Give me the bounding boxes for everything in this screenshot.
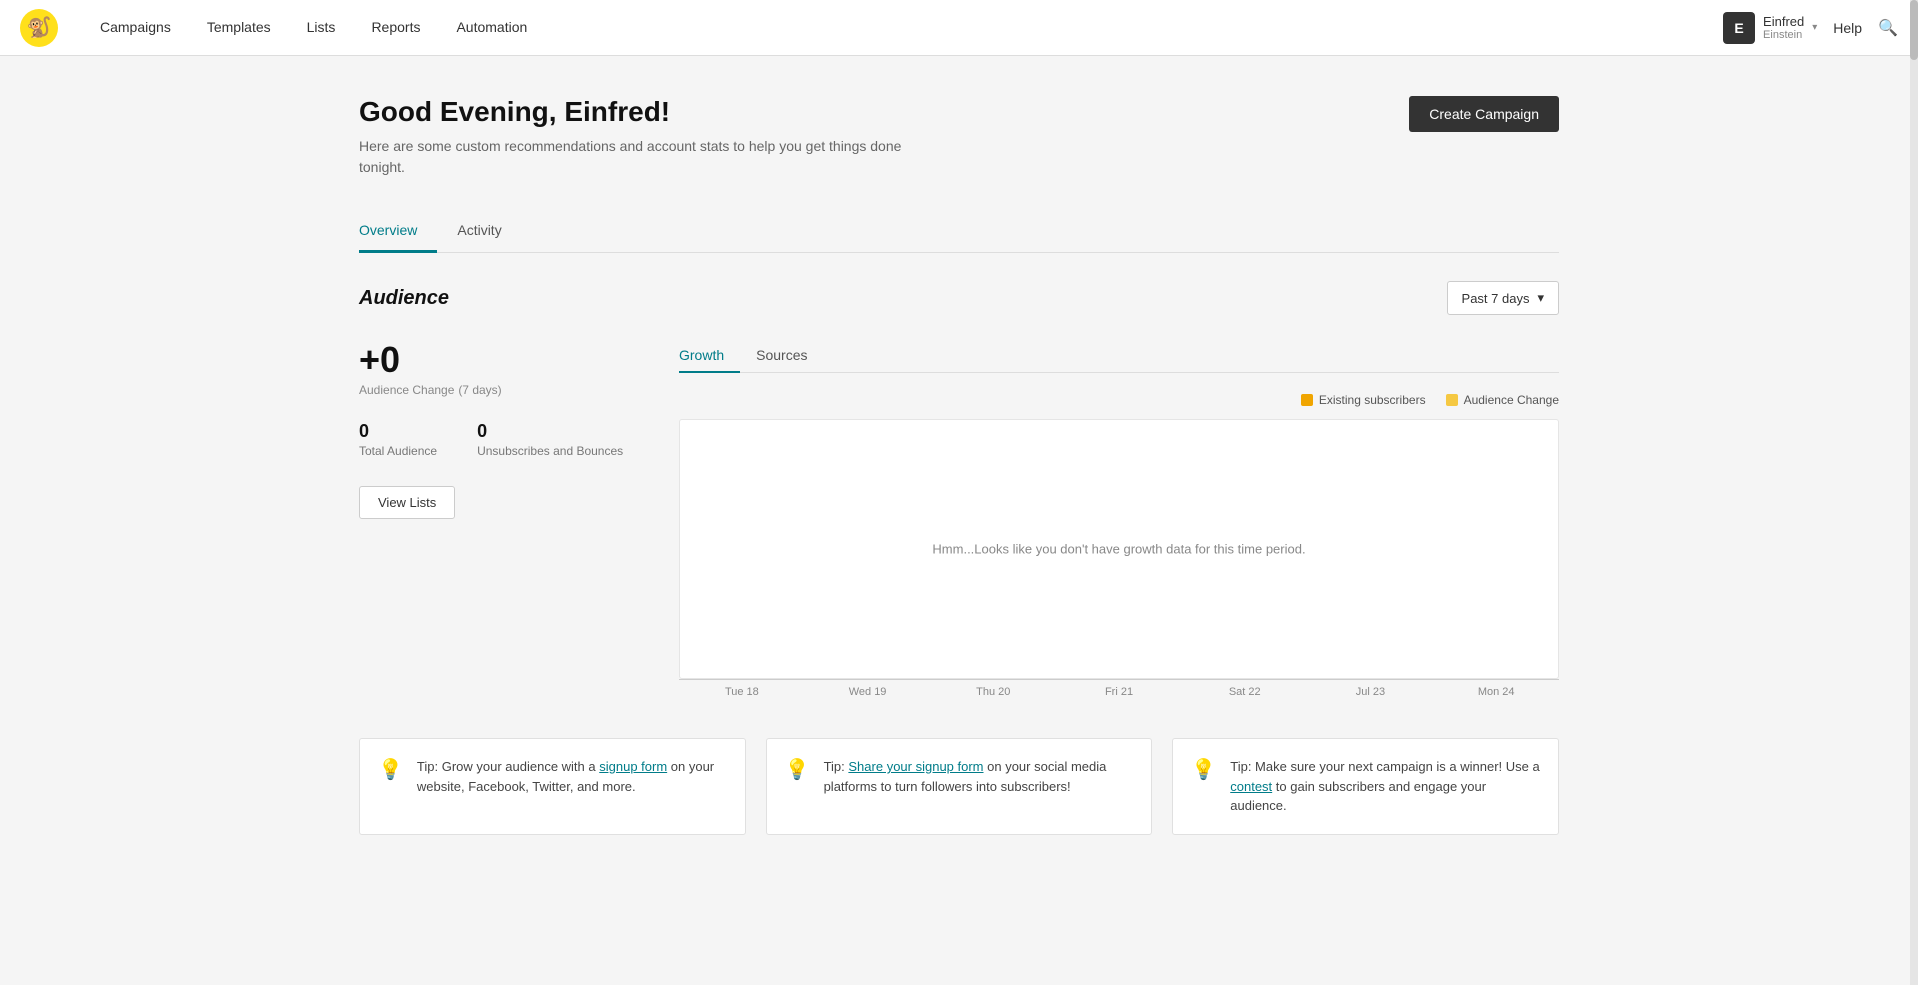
nav-user-subtitle: Einstein: [1763, 29, 1804, 41]
nav-logo[interactable]: 🐒: [20, 9, 58, 47]
total-audience-value: 0: [359, 421, 437, 442]
tip-link-2[interactable]: contest: [1230, 779, 1272, 794]
tip-icon-2: 💡: [1191, 757, 1216, 782]
legend-existing-dot: [1301, 394, 1313, 406]
x-label-4: Sat 22: [1182, 686, 1308, 698]
chart-area: Growth Sources Existing subscribers Audi…: [679, 339, 1559, 698]
nav-avatar: E: [1723, 12, 1755, 44]
chart-empty-message: Hmm...Looks like you don't have growth d…: [932, 542, 1305, 557]
tabs-bar: Overview Activity: [359, 210, 1559, 253]
nav-chevron-icon: ▾: [1812, 22, 1817, 33]
tip-card-0: 💡 Tip: Grow your audience with a signup …: [359, 738, 746, 835]
nav-links: Campaigns Templates Lists Reports Automa…: [82, 0, 1723, 56]
chart-tab-sources[interactable]: Sources: [756, 339, 823, 373]
view-lists-button[interactable]: View Lists: [359, 486, 455, 519]
x-label-3: Fri 21: [1056, 686, 1182, 698]
period-dropdown[interactable]: Past 7 days ▾: [1447, 281, 1559, 315]
nav-help-link[interactable]: Help: [1833, 20, 1862, 36]
legend-change-label: Audience Change: [1464, 393, 1559, 407]
nav-search-icon[interactable]: 🔍: [1878, 18, 1898, 38]
scrollbar[interactable]: [1910, 0, 1918, 985]
tip-link-1[interactable]: Share your signup form: [848, 759, 983, 774]
legend-existing-label: Existing subscribers: [1319, 393, 1426, 407]
nav-right: E Einfred Einstein ▾ Help 🔍: [1723, 12, 1898, 44]
stats-row: 0 Total Audience 0 Unsubscribes and Boun…: [359, 421, 639, 458]
page-header: Good Evening, Einfred! Here are some cus…: [359, 96, 1559, 178]
chart-legend: Existing subscribers Audience Change: [679, 393, 1559, 407]
scrollbar-thumb[interactable]: [1910, 0, 1918, 60]
legend-change-dot: [1446, 394, 1458, 406]
nav-user-info: Einfred Einstein: [1763, 14, 1804, 41]
unsubscribes-label: Unsubscribes and Bounces: [477, 444, 623, 458]
tab-overview[interactable]: Overview: [359, 210, 437, 253]
period-chevron-icon: ▾: [1537, 290, 1544, 306]
x-label-0: Tue 18: [679, 686, 805, 698]
total-audience-stat: 0 Total Audience: [359, 421, 437, 458]
tip-text-2: Tip: Make sure your next campaign is a w…: [1230, 757, 1540, 816]
nav-campaigns[interactable]: Campaigns: [82, 0, 189, 56]
chart-container: Hmm...Looks like you don't have growth d…: [679, 419, 1559, 679]
tips-row: 💡 Tip: Grow your audience with a signup …: [359, 738, 1559, 835]
audience-change-value: +0: [359, 339, 639, 381]
main-content: Good Evening, Einfred! Here are some cus…: [329, 56, 1589, 875]
total-audience-label: Total Audience: [359, 444, 437, 458]
nav-bar: 🐒 Campaigns Templates Lists Reports Auto…: [0, 0, 1918, 56]
x-label-5: Jul 23: [1308, 686, 1434, 698]
audience-section-title: Audience: [359, 287, 449, 310]
greeting-block: Good Evening, Einfred! Here are some cus…: [359, 96, 901, 178]
tip-card-2: 💡 Tip: Make sure your next campaign is a…: [1172, 738, 1559, 835]
nav-templates[interactable]: Templates: [189, 0, 289, 56]
tip-link-0[interactable]: signup form: [599, 759, 667, 774]
chart-tabs: Growth Sources: [679, 339, 1559, 373]
tip-text-1: Tip: Share your signup form on your soci…: [824, 757, 1134, 796]
audience-stats: +0 Audience Change (7 days) 0 Total Audi…: [359, 339, 639, 698]
unsubscribes-stat: 0 Unsubscribes and Bounces: [477, 421, 623, 458]
legend-existing-subscribers: Existing subscribers: [1301, 393, 1426, 407]
audience-section-header: Audience Past 7 days ▾: [359, 281, 1559, 315]
nav-reports[interactable]: Reports: [353, 0, 438, 56]
chart-tab-growth[interactable]: Growth: [679, 339, 740, 373]
nav-automation[interactable]: Automation: [438, 0, 545, 56]
greeting-subtitle: Here are some custom recommendations and…: [359, 136, 901, 178]
audience-change-label: Audience Change (7 days): [359, 381, 639, 397]
chart-x-axis: Tue 18 Wed 19 Thu 20 Fri 21 Sat 22 Jul 2…: [679, 680, 1559, 698]
legend-audience-change: Audience Change: [1446, 393, 1559, 407]
period-label: Past 7 days: [1462, 291, 1530, 306]
tip-text-0: Tip: Grow your audience with a signup fo…: [417, 757, 727, 796]
unsubscribes-value: 0: [477, 421, 623, 442]
greeting-title: Good Evening, Einfred!: [359, 96, 901, 128]
tip-card-1: 💡 Tip: Share your signup form on your so…: [766, 738, 1153, 835]
tab-activity[interactable]: Activity: [457, 210, 521, 253]
tip-icon-1: 💡: [785, 757, 810, 782]
nav-lists[interactable]: Lists: [289, 0, 354, 56]
nav-username: Einfred: [1763, 14, 1804, 29]
x-label-1: Wed 19: [805, 686, 931, 698]
nav-user-menu[interactable]: E Einfred Einstein ▾: [1723, 12, 1817, 44]
x-label-6: Mon 24: [1433, 686, 1559, 698]
audience-body: +0 Audience Change (7 days) 0 Total Audi…: [359, 339, 1559, 698]
create-campaign-button[interactable]: Create Campaign: [1409, 96, 1559, 132]
x-label-2: Thu 20: [930, 686, 1056, 698]
tip-icon-0: 💡: [378, 757, 403, 782]
